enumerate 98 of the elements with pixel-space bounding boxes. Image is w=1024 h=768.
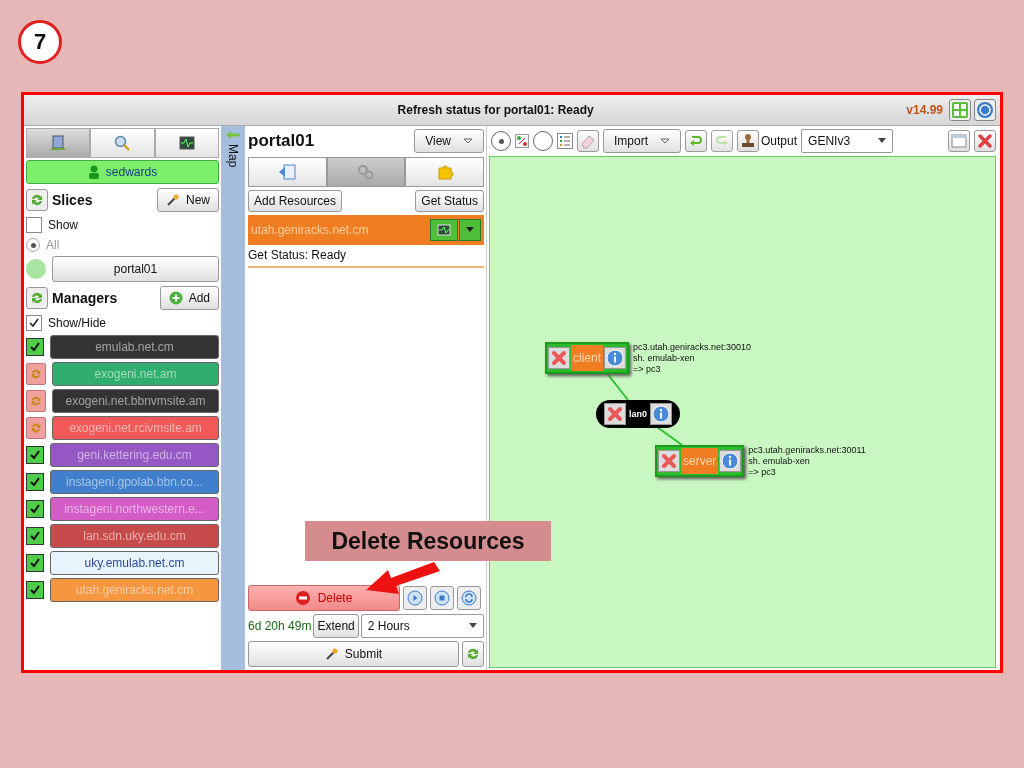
version-label: v14.99 — [906, 103, 943, 117]
extend-button[interactable]: Extend — [313, 614, 359, 638]
delete-icon[interactable] — [658, 450, 680, 472]
stop-icon[interactable] — [430, 586, 454, 610]
stamp-icon[interactable] — [737, 130, 759, 152]
building-icon — [50, 135, 67, 151]
monitor-icon[interactable] — [430, 219, 458, 241]
plus-icon — [168, 291, 183, 305]
refresh-icon[interactable] — [26, 362, 46, 385]
monitor-icon — [178, 135, 195, 151]
checkmark-icon[interactable] — [26, 553, 44, 572]
checkbox[interactable] — [26, 315, 42, 331]
map-tab[interactable]: Map — [221, 126, 245, 670]
search-icon — [114, 135, 131, 151]
get-status-button[interactable]: Get Status — [415, 190, 484, 212]
checkbox[interactable] — [26, 217, 42, 233]
slice-tab[interactable] — [405, 157, 484, 187]
connector-line — [605, 371, 629, 401]
no-entry-icon — [295, 591, 310, 605]
checkmark-icon[interactable] — [26, 337, 44, 356]
caret-icon — [878, 138, 887, 144]
import-dropdown[interactable]: Import — [603, 129, 681, 153]
slice-button[interactable]: portal01 — [52, 256, 219, 282]
node-detail: => pc3 — [748, 467, 777, 478]
caret-icon — [463, 138, 473, 144]
refresh-icon[interactable] — [26, 189, 48, 211]
graph-icon[interactable] — [515, 134, 529, 148]
radio-label: All — [46, 238, 60, 252]
grid-icon[interactable] — [949, 99, 971, 121]
close-icon[interactable] — [974, 130, 996, 152]
document-icon — [278, 164, 297, 180]
step-number-badge: 7 — [18, 20, 62, 64]
radio-button[interactable] — [533, 131, 553, 151]
wand-icon — [166, 193, 180, 207]
status-dot — [26, 259, 46, 279]
info-icon[interactable] — [650, 403, 672, 425]
wand-icon — [324, 647, 339, 661]
refresh-icon[interactable] — [462, 641, 484, 667]
user-button[interactable]: sedwards — [26, 160, 219, 184]
new-button[interactable]: New — [157, 188, 219, 212]
sidebar-tab[interactable] — [154, 128, 219, 158]
status-text: Refresh status for portal01: Ready — [396, 103, 595, 117]
undo-icon[interactable] — [685, 130, 707, 152]
manager-button[interactable]: exogeni.net.bbnvmsite.am — [52, 388, 219, 413]
checkmark-icon[interactable] — [26, 580, 44, 599]
restart-icon[interactable] — [457, 586, 481, 610]
window-icon[interactable] — [948, 130, 970, 152]
caret-icon[interactable] — [459, 219, 481, 241]
manager-name: utah.geniracks.net.cm — [251, 223, 370, 237]
node-name: server — [681, 448, 719, 474]
link-node[interactable]: lan0 — [596, 400, 680, 428]
list-icon[interactable] — [557, 133, 573, 149]
node-detail: pc3.utah.geniracks.net:30010 — [633, 342, 752, 353]
slice-tab[interactable] — [326, 157, 406, 187]
callout-label: Delete Resources — [305, 521, 551, 561]
add-button[interactable]: Add — [159, 286, 219, 310]
node-name: client — [571, 345, 603, 371]
checkbox-label: Show — [48, 218, 79, 232]
checkbox-label: Show/Hide — [48, 316, 107, 330]
manager-button[interactable]: uky.emulab.net.cm — [50, 550, 219, 575]
view-dropdown[interactable]: View — [414, 129, 484, 153]
link-name: lan0 — [629, 409, 647, 419]
status-message: Get Status: Ready — [248, 248, 484, 268]
node-detail: => pc3 — [633, 364, 662, 375]
node-detail: pc3.utah.geniracks.net:30011 — [748, 445, 866, 456]
delete-icon[interactable] — [548, 347, 570, 369]
arrow-left-icon — [225, 130, 241, 140]
slice-title: portal01 — [248, 131, 315, 151]
eraser-icon[interactable] — [577, 130, 599, 152]
manager-button[interactable]: emulab.net.cm — [50, 334, 219, 359]
refresh-icon[interactable] — [26, 287, 48, 309]
expiry-timer: 6d 20h 49m — [248, 619, 312, 633]
delete-icon[interactable] — [604, 403, 626, 425]
add-resources-button[interactable]: Add Resources — [248, 190, 343, 212]
caret-icon — [660, 138, 670, 144]
info-icon[interactable] — [719, 450, 742, 472]
info-icon[interactable] — [604, 347, 626, 369]
node-detail: sh. emulab-xen — [633, 353, 696, 364]
slice-tab[interactable] — [248, 157, 327, 187]
output-label: Output — [761, 134, 798, 148]
section-title: Managers — [52, 290, 119, 306]
duration-dropdown[interactable]: 2 Hours — [360, 614, 484, 638]
user-icon — [87, 165, 100, 179]
connector-line — [656, 426, 683, 446]
submit-button[interactable]: Submit — [248, 641, 459, 667]
section-title: Slices — [52, 192, 94, 208]
radio-button[interactable] — [491, 131, 511, 151]
play-icon[interactable] — [403, 586, 427, 610]
checkmark-icon[interactable] — [26, 499, 44, 518]
refresh-icon[interactable] — [26, 416, 46, 439]
radio-button[interactable] — [26, 238, 40, 252]
caret-icon — [469, 623, 477, 629]
output-dropdown[interactable]: GENIv3 — [801, 129, 894, 153]
refresh-icon[interactable] — [26, 389, 46, 412]
node-detail: sh. emulab-xen — [748, 456, 811, 467]
checkmark-icon[interactable] — [26, 526, 44, 545]
checkmark-icon[interactable] — [26, 472, 44, 491]
checkmark-icon[interactable] — [26, 445, 44, 464]
